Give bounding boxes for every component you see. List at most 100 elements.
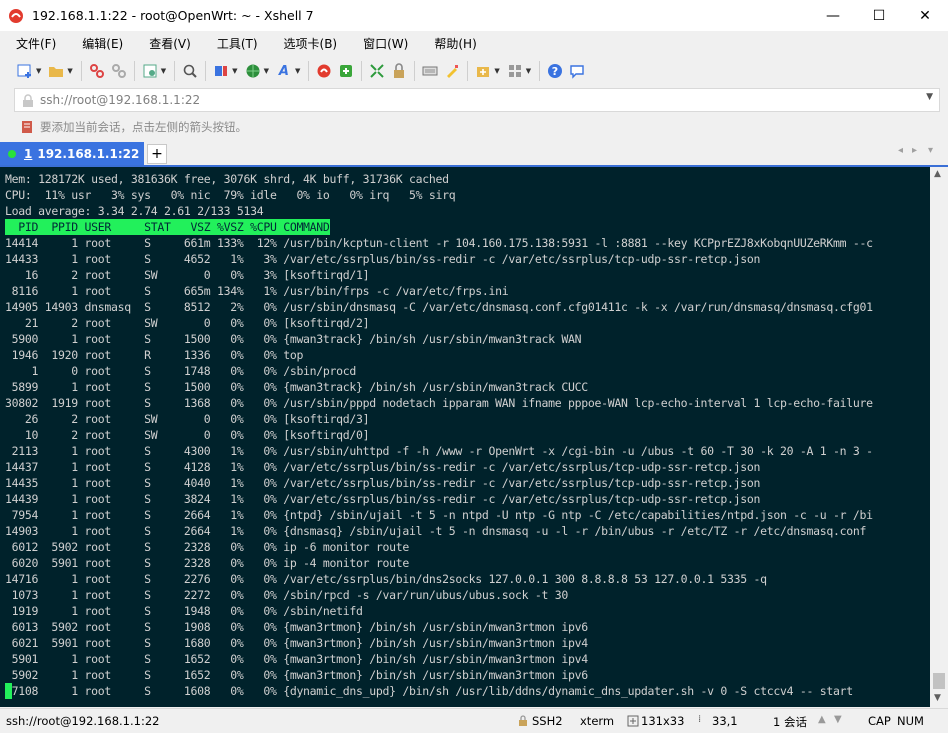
maximize-button[interactable]: ☐ xyxy=(856,0,902,31)
globe-icon[interactable] xyxy=(244,62,262,80)
process-row: 1 0 root S 1748 0% 0% /sbin/procd xyxy=(5,364,357,378)
terminal-cursor xyxy=(5,683,12,699)
process-row: 14435 1 root S 4040 1% 0% /var/etc/ssrpl… xyxy=(5,476,761,490)
connect-icon[interactable] xyxy=(88,62,106,80)
process-row: 14414 1 root S 661m 133% 12% /usr/bin/kc… xyxy=(5,236,873,250)
status-cursor-position: 33,1 xyxy=(712,714,738,728)
toolbar-divider xyxy=(414,61,416,81)
process-row: 14433 1 root S 4652 1% 3% /var/etc/ssrpl… xyxy=(5,252,761,266)
toolbar-divider xyxy=(467,61,469,81)
process-row: 26 2 root SW 0 0% 0% [ksoftirqd/3] xyxy=(5,412,370,426)
process-table-header: PID PPID USER STAT VSZ %VSZ %CPU COMMAND xyxy=(5,219,330,235)
terminal-line: CPU: 11% usr 3% sys 0% nic 79% idle 0% i… xyxy=(5,188,456,202)
window-title: 192.168.1.1:22 - root@OpenWrt: ~ - Xshel… xyxy=(32,8,314,23)
arrow-down-icon[interactable]: ▼ xyxy=(834,714,842,725)
process-row: 7954 1 root S 2664 1% 0% {ntpd} /sbin/uj… xyxy=(5,508,873,522)
chevron-down-icon[interactable]: ▼ xyxy=(67,67,72,75)
toolbar-divider xyxy=(174,61,176,81)
add-tab-icon[interactable] xyxy=(474,62,492,80)
address-bar[interactable]: ssh://root@192.168.1.1:22 ▼ xyxy=(14,88,940,112)
process-row: 30802 1919 root S 1368 0% 0% /usr/sbin/p… xyxy=(5,396,873,410)
layout-icon[interactable] xyxy=(212,62,230,80)
process-row: 2113 1 root S 4300 1% 0% /usr/sbin/uhttp… xyxy=(5,444,873,458)
properties-icon[interactable] xyxy=(141,62,159,80)
menu-edit[interactable]: 编辑(E) xyxy=(76,33,129,54)
menu-file[interactable]: 文件(F) xyxy=(10,33,62,54)
tile-icon[interactable] xyxy=(506,62,524,80)
process-row: 7108 1 root S 1608 0% 0% {dynamic_dns_up… xyxy=(5,684,854,698)
new-session-icon[interactable] xyxy=(16,62,34,80)
menu-tools[interactable]: 工具(T) xyxy=(211,33,264,54)
terminal-line: Mem: 128172K used, 381636K free, 3076K s… xyxy=(5,172,449,186)
arrow-up-icon[interactable]: ▲ xyxy=(818,714,826,725)
fullscreen-icon[interactable] xyxy=(368,62,386,80)
font-icon[interactable]: A xyxy=(275,62,293,80)
cursor-position-icon: ⁞ xyxy=(698,714,702,725)
chevron-left-icon[interactable]: ◂ xyxy=(898,145,903,156)
toolbar: ▼ ▼ ▼ ▼ ▼ A ▼ ▼ ▼ ? xyxy=(0,56,948,86)
process-row: 8116 1 root S 665m 134% 1% /usr/bin/frps… xyxy=(5,284,509,298)
process-row: 1919 1 root S 1948 0% 0% /sbin/netifd xyxy=(5,604,363,618)
menu-tabs[interactable]: 选项卡(B) xyxy=(278,33,344,54)
tab-session[interactable]: 1 192.168.1.1:22 xyxy=(0,142,144,165)
process-row: 1946 1920 root R 1336 0% 0% top xyxy=(5,348,304,362)
process-row: 14437 1 root S 4128 1% 0% /var/etc/ssrpl… xyxy=(5,460,761,474)
process-row: 16 2 root SW 0 0% 3% [ksoftirqd/1] xyxy=(5,268,370,282)
scroll-down-icon[interactable]: ▼ xyxy=(934,693,941,703)
chevron-down-icon[interactable]: ▼ xyxy=(295,67,300,75)
minimize-button[interactable]: — xyxy=(810,0,856,31)
terminal[interactable]: Mem: 128172K used, 381636K free, 3076K s… xyxy=(0,167,930,707)
terminal-scrollbar[interactable]: ▲ ▼ xyxy=(930,167,948,707)
menu-help[interactable]: 帮助(H) xyxy=(428,33,482,54)
svg-text:?: ? xyxy=(552,65,558,78)
process-row: 5902 1 root S 1652 0% 0% {mwan3rtmon} /b… xyxy=(5,668,589,682)
address-input[interactable]: ssh://root@192.168.1.1:22 xyxy=(40,93,200,107)
tab-label: 192.168.1.1:22 xyxy=(37,146,140,161)
menu-window[interactable]: 窗口(W) xyxy=(357,33,414,54)
close-button[interactable]: ✕ xyxy=(902,0,948,31)
open-folder-icon[interactable] xyxy=(47,62,65,80)
chevron-down-icon[interactable]: ▼ xyxy=(494,67,499,75)
process-row: 14905 14903 dnsmasq S 8512 2% 0% /usr/sb… xyxy=(5,300,873,314)
toolbar-divider xyxy=(308,61,310,81)
chat-icon[interactable] xyxy=(568,62,586,80)
highlight-icon[interactable] xyxy=(443,62,461,80)
tab-number: 1 xyxy=(24,146,33,161)
disconnect-icon[interactable] xyxy=(110,62,128,80)
help-icon[interactable]: ? xyxy=(546,62,564,80)
add-tab-button[interactable]: + xyxy=(147,144,167,164)
chevron-down-icon[interactable]: ▼ xyxy=(232,67,237,75)
process-row: 6020 5901 root S 2328 0% 0% ip -4 monito… xyxy=(5,556,410,570)
toolbar-divider xyxy=(361,61,363,81)
scroll-thumb[interactable] xyxy=(933,673,945,689)
status-dot-icon xyxy=(8,149,16,158)
chevron-down-icon[interactable]: ▼ xyxy=(36,67,41,75)
hint-text: 要添加当前会话，点击左侧的箭头按钮。 xyxy=(40,120,247,134)
lock-icon[interactable] xyxy=(390,62,408,80)
scroll-up-icon[interactable]: ▲ xyxy=(934,169,941,179)
status-sessions: 1 会话 xyxy=(773,715,807,729)
status-size: 131x33 xyxy=(641,714,685,728)
process-row: 21 2 root SW 0 0% 0% [ksoftirqd/2] xyxy=(5,316,370,330)
process-row: 14439 1 root S 3824 1% 0% /var/etc/ssrpl… xyxy=(5,492,761,506)
bookmark-icon[interactable] xyxy=(20,120,34,134)
search-icon[interactable] xyxy=(181,62,199,80)
tab-list-icon[interactable]: ▾ xyxy=(928,145,933,156)
xshell-icon[interactable] xyxy=(315,62,333,80)
toolbar-divider xyxy=(80,61,82,81)
chevron-down-icon[interactable]: ▼ xyxy=(526,67,531,75)
process-row: 6012 5902 root S 2328 0% 0% ip -6 monito… xyxy=(5,540,410,554)
xftp-icon[interactable] xyxy=(337,62,355,80)
resize-icon xyxy=(627,715,639,727)
chevron-down-icon[interactable]: ▼ xyxy=(926,92,933,102)
keyboard-icon[interactable] xyxy=(421,62,439,80)
menu-bar: 文件(F) 编辑(E) 查看(V) 工具(T) 选项卡(B) 窗口(W) 帮助(… xyxy=(0,31,948,56)
chevron-right-icon[interactable]: ▸ xyxy=(912,145,917,156)
chevron-down-icon[interactable]: ▼ xyxy=(264,67,269,75)
xshell-logo-icon xyxy=(8,8,24,24)
lock-icon xyxy=(23,93,33,107)
status-protocol: SSH2 xyxy=(532,714,563,728)
chevron-down-icon[interactable]: ▼ xyxy=(161,67,166,75)
menu-view[interactable]: 查看(V) xyxy=(143,33,197,54)
status-bar: ssh://root@192.168.1.1:22 SSH2 xterm 131… xyxy=(0,708,948,733)
